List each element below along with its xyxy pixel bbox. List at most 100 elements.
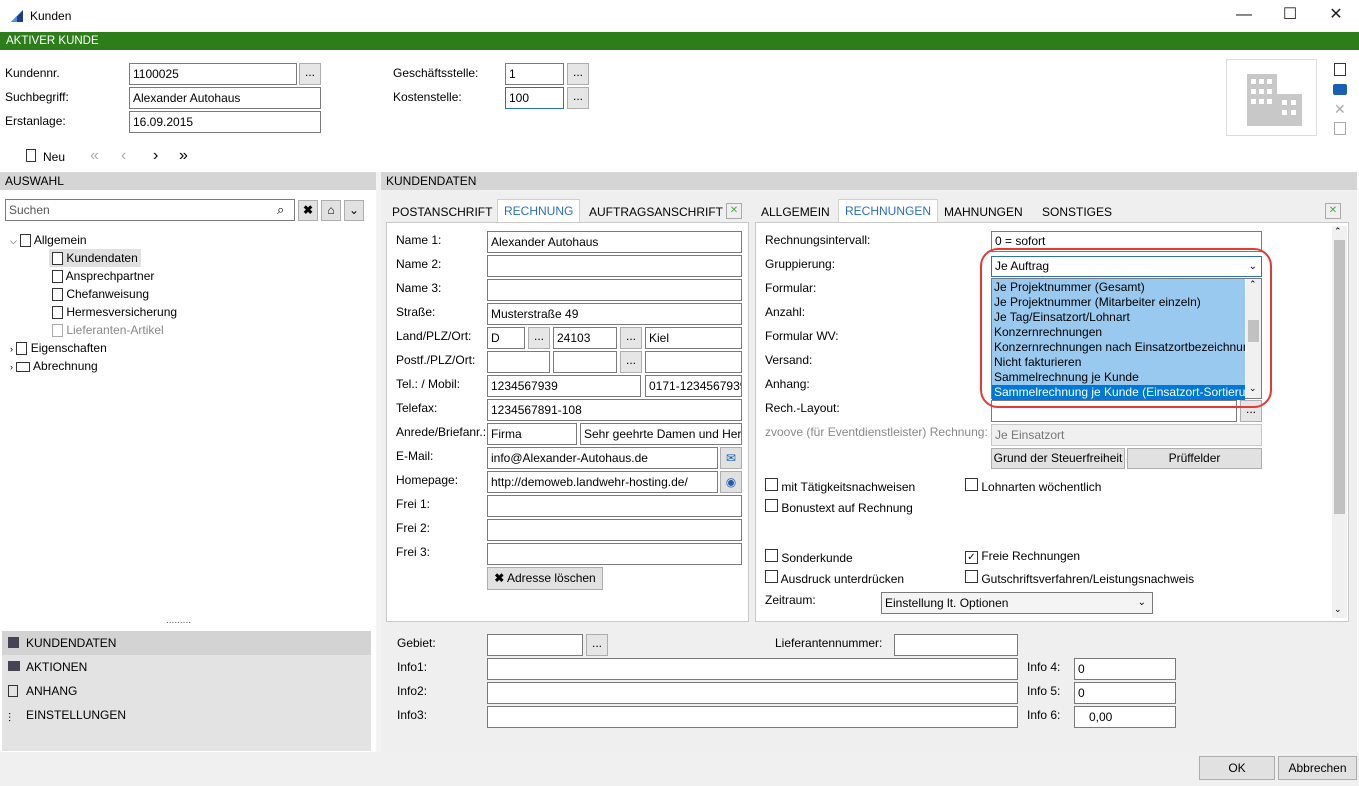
plz-field[interactable]: 24103 [553, 327, 617, 349]
postfach-plz-lookup-button[interactable]: ... [620, 351, 642, 373]
checkbox-unchecked[interactable] [965, 478, 978, 491]
tab-postanschrift[interactable]: POSTANSCHRIFT [386, 203, 498, 223]
name2-field[interactable] [487, 255, 742, 277]
tree-item-lieferanten-artikel[interactable]: Lieferanten-Artikel [52, 321, 164, 339]
postfach-ort-field[interactable] [645, 351, 742, 373]
anrede-field[interactable]: Firma [487, 423, 577, 445]
postfach-plz-field[interactable] [553, 351, 617, 373]
gebiet-field[interactable] [487, 634, 583, 656]
search-input[interactable]: Suchen [5, 199, 295, 221]
tab-rechnung[interactable]: RECHNUNG [497, 199, 581, 222]
kostenstelle-field[interactable]: 100 [505, 87, 564, 109]
tab-close-icon[interactable]: ✕ [726, 203, 742, 219]
close-window-button[interactable]: ✕ [1313, 0, 1359, 32]
kundennr-lookup-button[interactable]: ... [299, 63, 321, 85]
tel-field[interactable]: 1234567939 [487, 375, 641, 397]
adresse-loeschen-button[interactable]: ✖ Adresse löschen [487, 567, 603, 590]
email-field[interactable]: info@Alexander-Autohaus.de [487, 447, 718, 469]
cb-bonustext[interactable]: Bonustext auf Rechnung [765, 499, 913, 515]
new-document-icon[interactable] [1334, 63, 1346, 76]
clear-search-button[interactable]: ✖ [298, 200, 318, 221]
vertical-scrollbar[interactable]: ⌃ ⌄ [1332, 226, 1347, 618]
tab-mahnungen[interactable]: MAHNUNGEN [938, 203, 1029, 223]
kundennr-field[interactable]: 1100025 [129, 63, 297, 85]
tree-item-chefanweisung[interactable]: Chefanweisung [52, 285, 149, 303]
next-record-button[interactable]: › [153, 147, 158, 165]
plz-lookup-button[interactable]: ... [620, 327, 642, 349]
scroll-up-icon[interactable]: ⌃ [1334, 226, 1342, 237]
scroll-down-icon[interactable]: ⌄ [1334, 604, 1342, 615]
prev-record-button[interactable]: ‹ [121, 147, 126, 165]
customer-picture[interactable] [1226, 59, 1317, 136]
checkbox-unchecked[interactable] [765, 549, 778, 562]
tab-auftragsanschrift[interactable]: AUFTRAGSANSCHRIFT [583, 203, 729, 223]
tree-item-kundendaten[interactable]: Kundendaten [49, 249, 141, 267]
cb-ausdruck[interactable]: Ausdruck unterdrücken [765, 570, 904, 586]
lieferantennummer-field[interactable] [894, 634, 1018, 656]
cb-lohnarten[interactable]: Lohnarten wöchentlich [965, 478, 1101, 494]
telefax-field[interactable]: 1234567891-108 [487, 399, 742, 421]
cancel-button[interactable]: Abbrechen [1278, 756, 1357, 780]
first-record-button[interactable]: « [90, 147, 99, 165]
globe-icon[interactable]: ◉ [720, 471, 742, 493]
tree-node-eigenschaften[interactable]: › Eigenschaften [10, 339, 107, 357]
tree-item-ansprechpartner[interactable]: Ansprechpartner [52, 267, 154, 285]
kostenstelle-lookup-button[interactable]: ... [567, 87, 589, 109]
delete-picture-icon[interactable]: ✕ [1334, 101, 1346, 118]
search-icon[interactable]: ⌕ [277, 202, 284, 218]
strasse-field[interactable]: Musterstraße 49 [487, 303, 742, 325]
name1-field[interactable]: Alexander Autohaus [487, 231, 742, 253]
info6-field[interactable]: 0,00 [1074, 706, 1176, 728]
ok-button[interactable]: OK [1199, 756, 1275, 780]
homepage-field[interactable]: http://demoweb.landwehr-hosting.de/ [487, 471, 718, 493]
info1-field[interactable] [487, 658, 1018, 680]
home-button[interactable]: ⌂ [321, 200, 341, 221]
cb-gutschrift[interactable]: Gutschriftsverfahren/Leistungsnachweis [965, 570, 1194, 586]
zvoove-select[interactable]: Je Einsatzort [991, 424, 1262, 446]
new-button[interactable]: Neu [43, 150, 65, 164]
frei2-field[interactable] [487, 519, 742, 541]
geschaeftsstelle-lookup-button[interactable]: ... [567, 63, 589, 85]
land-lookup-button[interactable]: ... [528, 327, 550, 349]
cb-taetigkeitsnachweise[interactable]: mit Tätigkeitsnachweisen [765, 478, 915, 494]
checkbox-unchecked[interactable] [765, 478, 778, 491]
tab-rechnungen[interactable]: RECHNUNGEN [838, 199, 939, 222]
info3-field[interactable] [487, 706, 1018, 728]
erstanlage-field[interactable]: 16.09.2015 [129, 111, 321, 133]
minimize-button[interactable]: — [1221, 0, 1267, 32]
tree-node-allgemein[interactable]: ⌵ Allgemein [10, 231, 87, 249]
gebiet-lookup-button[interactable]: ... [586, 634, 608, 656]
suchbegriff-field[interactable]: Alexander Autohaus [129, 87, 321, 109]
maximize-button[interactable]: ☐ [1267, 0, 1313, 32]
checkbox-unchecked[interactable] [765, 570, 778, 583]
cb-freie-rechnungen[interactable]: ✓ Freie Rechnungen [965, 549, 1080, 564]
frei1-field[interactable] [487, 495, 742, 517]
zeitraum-select[interactable]: Einstellung lt. Optionen ⌄ [881, 592, 1153, 614]
checkbox-unchecked[interactable] [965, 570, 978, 583]
scroll-thumb[interactable] [1334, 240, 1345, 514]
accordion-einstellungen[interactable]: ⫶ EINSTELLUNGEN [2, 703, 371, 727]
tab-sonstiges[interactable]: SONSTIGES [1036, 203, 1118, 223]
checkbox-unchecked[interactable] [765, 499, 778, 512]
geschaeftsstelle-field[interactable]: 1 [505, 63, 564, 85]
camera-icon[interactable] [1333, 84, 1347, 95]
accordion-anhang[interactable]: ANHANG [2, 679, 371, 703]
expand-all-button[interactable]: ⌄ [344, 200, 364, 221]
tab2-close-icon[interactable]: ✕ [1325, 203, 1341, 219]
info2-field[interactable] [487, 682, 1018, 704]
name3-field[interactable] [487, 279, 742, 301]
land-field[interactable]: D [487, 327, 525, 349]
last-record-button[interactable]: » [179, 147, 188, 165]
save-picture-icon[interactable] [1334, 122, 1346, 135]
prueffelder-button[interactable]: Prüffelder [1127, 448, 1262, 469]
accordion-aktionen[interactable]: AKTIONEN [2, 655, 371, 679]
accordion-kundendaten[interactable]: KUNDENDATEN [2, 631, 371, 655]
info4-field[interactable]: 0 [1074, 658, 1176, 680]
frei3-field[interactable] [487, 543, 742, 565]
ort-field[interactable]: Kiel [645, 327, 742, 349]
cb-sonderkunde[interactable]: Sonderkunde [765, 549, 853, 565]
checkbox-checked[interactable]: ✓ [965, 551, 978, 564]
briefanrede-field[interactable]: Sehr geehrte Damen und Herren [580, 423, 742, 445]
postfach-field[interactable] [487, 351, 550, 373]
tree-item-hermesversicherung[interactable]: Hermesversicherung [52, 303, 177, 321]
